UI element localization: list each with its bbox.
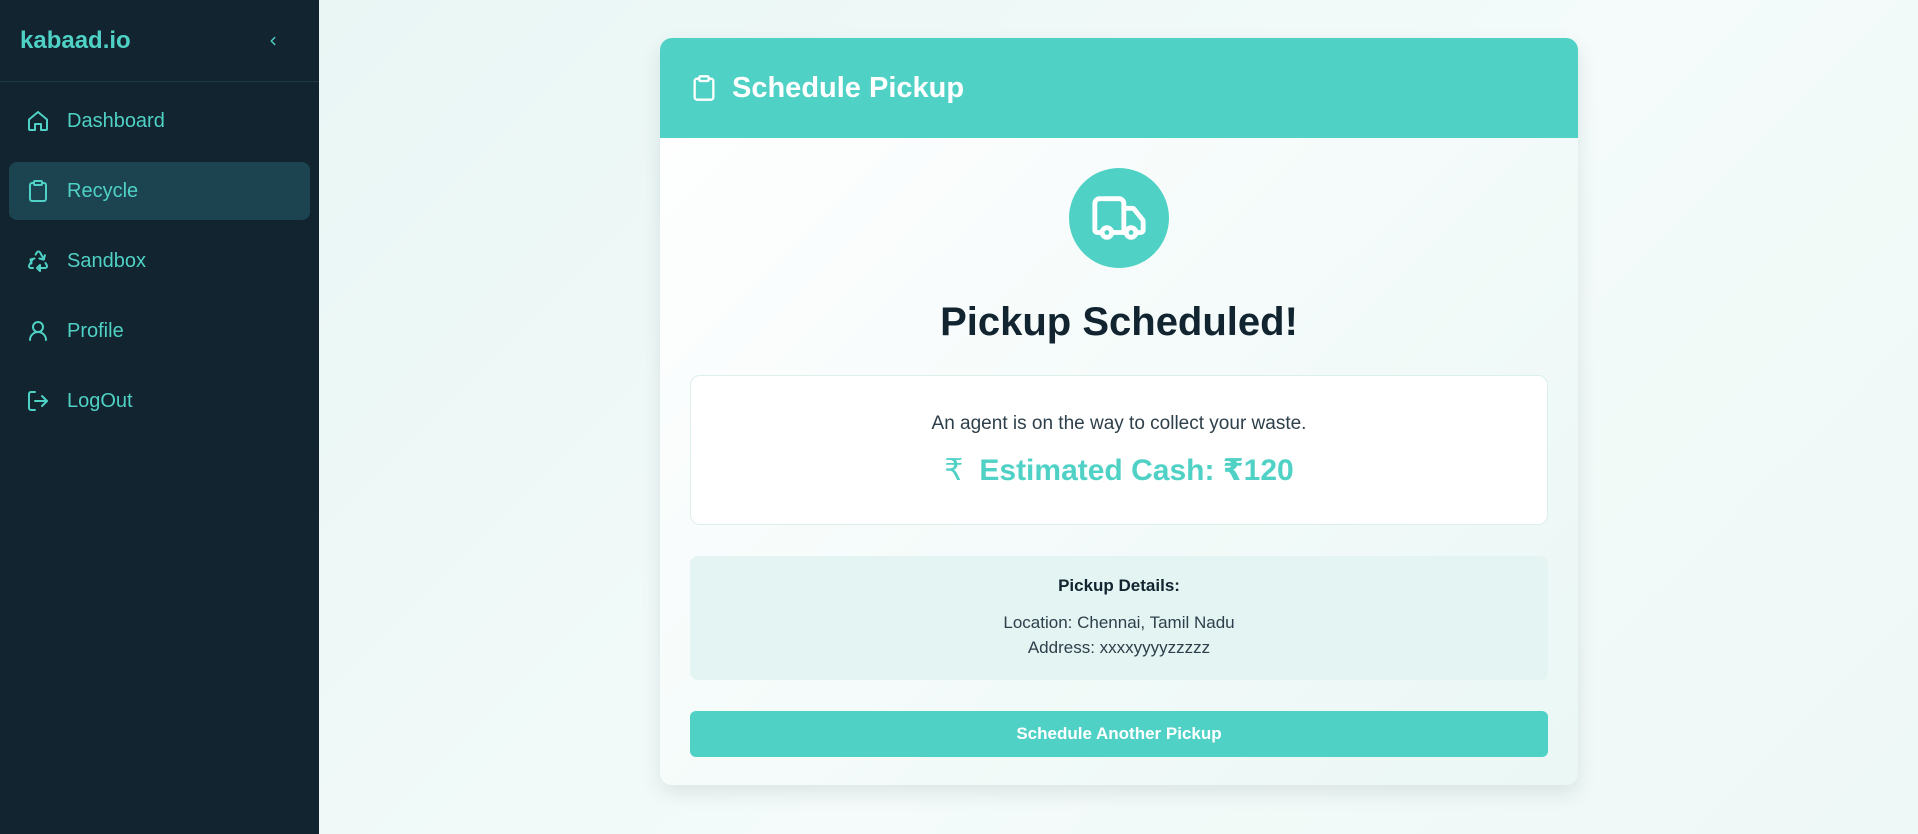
estimated-cash-value: Estimated Cash: ₹120 <box>979 453 1294 487</box>
details-title: Pickup Details: <box>1058 576 1180 595</box>
status-message: An agent is on the way to collect your w… <box>931 412 1307 434</box>
status-box: An agent is on the way to collect your w… <box>690 375 1548 525</box>
rupee-icon: ₹ <box>944 453 964 487</box>
page-title: Schedule Pickup <box>732 71 965 104</box>
details-address: Address: xxxxyyyyzzzzz <box>1027 638 1211 657</box>
chevron-left-icon <box>270 36 276 45</box>
logout-icon <box>25 388 51 414</box>
sidebar-item-profile[interactable]: Profile <box>9 302 310 360</box>
sidebar-item-label: Profile <box>67 319 124 342</box>
card-body: Pickup Scheduled! An agent is on the way… <box>660 138 1578 785</box>
sidebar-item-dashboard[interactable]: Dashboard <box>9 92 310 150</box>
clipboard-icon <box>690 74 718 102</box>
truck-badge <box>1069 168 1169 268</box>
sidebar-item-label: Dashboard <box>67 109 165 132</box>
home-icon <box>25 108 51 134</box>
success-heading: Pickup Scheduled! <box>940 300 1298 344</box>
sidebar-item-label: Recycle <box>67 179 139 202</box>
sidebar-item-recycle[interactable]: Recycle <box>9 162 310 220</box>
sidebar: kabaad.io Dashboard Recycle Sandbox Prof… <box>0 0 319 834</box>
schedule-another-pickup-button[interactable]: Schedule Another Pickup <box>690 711 1548 757</box>
sidebar-header: kabaad.io <box>0 0 319 82</box>
truck-icon <box>1092 196 1146 240</box>
recycle-icon <box>25 248 51 274</box>
brand-logo[interactable]: kabaad.io <box>20 27 131 55</box>
clipboard-icon <box>25 178 51 204</box>
pickup-details: Pickup Details: Location: Chennai, Tamil… <box>690 556 1548 680</box>
sidebar-nav: Dashboard Recycle Sandbox Profile LogOut <box>0 82 319 452</box>
sidebar-item-logout[interactable]: LogOut <box>9 372 310 430</box>
sidebar-item-label: Sandbox <box>67 249 146 272</box>
estimated-cash: ₹ Estimated Cash: ₹120 <box>944 453 1293 488</box>
sidebar-item-sandbox[interactable]: Sandbox <box>9 232 310 290</box>
sidebar-item-label: LogOut <box>67 389 133 412</box>
schedule-pickup-card: Schedule Pickup Pickup Scheduled! An age… <box>660 38 1578 785</box>
user-icon <box>25 318 51 344</box>
card-header: Schedule Pickup <box>660 38 1578 138</box>
collapse-sidebar-button[interactable] <box>261 29 285 53</box>
details-location: Location: Chennai, Tamil Nadu <box>1003 613 1235 632</box>
